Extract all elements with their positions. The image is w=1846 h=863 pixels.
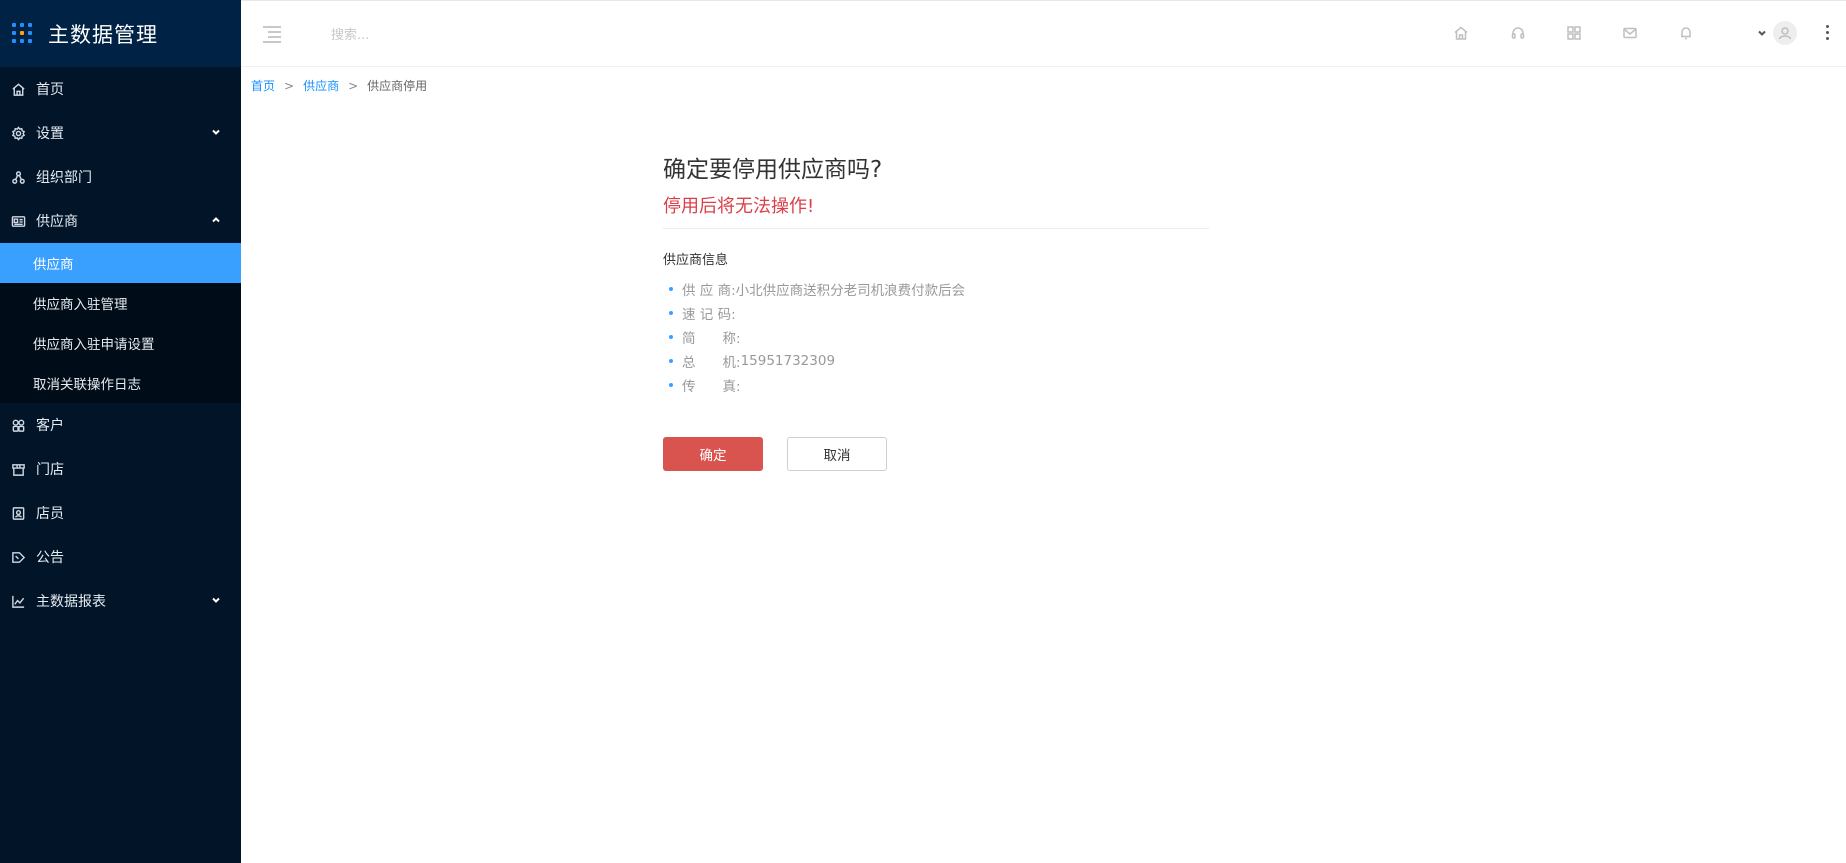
sidebar-item-label: 客户: [36, 418, 64, 434]
field-label: 总 机:: [682, 355, 741, 371]
breadcrumb: 首页 > 供应商 > 供应商停用: [251, 77, 427, 94]
sidebar-item-reports[interactable]: 主数据报表: [0, 579, 241, 623]
chart-icon: [10, 593, 26, 609]
submenu-item-unlink-log[interactable]: 取消关联操作日志: [0, 363, 241, 403]
sidebar-menu: 首页 设置 组织部门 供应商 供应商 供应商入驻管理 供应商入驻申请设置 取消关…: [0, 67, 241, 623]
org-icon: [10, 169, 26, 185]
field-label: 传 真:: [682, 379, 741, 395]
avatar: [1773, 21, 1797, 45]
field-value: 小北供应商送积分老司机浪费付款后会: [735, 283, 966, 299]
user-menu[interactable]: [1757, 21, 1797, 45]
sidebar-item-label: 公告: [36, 550, 64, 566]
sidebar-item-label: 供应商: [36, 214, 78, 230]
announcement-icon: [10, 549, 26, 565]
submenu-item-onboarding-settings[interactable]: 供应商入驻申请设置: [0, 323, 241, 363]
clerk-icon: [10, 505, 26, 521]
apps-icon[interactable]: [1565, 24, 1583, 42]
home-icon[interactable]: [1452, 24, 1470, 42]
bell-icon[interactable]: [1677, 24, 1695, 42]
sidebar-item-label: 组织部门: [36, 170, 92, 186]
id-card-icon: [10, 213, 26, 229]
breadcrumb-separator: >: [348, 78, 359, 93]
submenu-item-supplier-onboarding[interactable]: 供应商入驻管理: [0, 283, 241, 323]
submenu-item-supplier[interactable]: 供应商: [0, 243, 241, 283]
supplier-info-list: 供 应 商: 小北供应商送积分老司机浪费付款后会 速 记 码: 简 称: 总 机…: [663, 277, 1209, 397]
chevron-up-icon: [211, 213, 221, 229]
gear-icon: [10, 125, 26, 141]
more-vertical-icon[interactable]: [1824, 25, 1830, 43]
info-section-title: 供应商信息: [663, 253, 729, 268]
sidebar: 主数据管理 首页 设置 组织部门 供应商 供应商 供应商入驻管理 供应商入驻申请…: [0, 0, 241, 863]
chevron-down-icon: [211, 593, 221, 609]
sidebar-item-store[interactable]: 门店: [0, 447, 241, 491]
sidebar-item-label: 主数据报表: [36, 594, 106, 610]
app-title: 主数据管理: [48, 22, 158, 47]
info-row-abbreviation: 简 称:: [663, 325, 1209, 349]
info-row-shortcode: 速 记 码:: [663, 301, 1209, 325]
apps-grid-icon: [12, 22, 34, 45]
sidebar-item-supplier[interactable]: 供应商: [0, 199, 241, 243]
sidebar-item-label: 首页: [36, 82, 64, 98]
sidebar-item-label: 门店: [36, 462, 64, 478]
sidebar-item-label: 店员: [36, 506, 64, 522]
menu-fold-icon[interactable]: [263, 26, 283, 43]
page-title: 确定要停用供应商吗?: [663, 157, 883, 183]
sidebar-item-customer[interactable]: 客户: [0, 403, 241, 447]
sidebar-item-announcement[interactable]: 公告: [0, 535, 241, 579]
action-buttons: 确定 取消: [663, 437, 1209, 471]
warning-text: 停用后将无法操作!: [663, 192, 1209, 229]
info-row-phone: 总 机: 15951732309: [663, 349, 1209, 373]
cancel-button[interactable]: 取消: [787, 437, 887, 471]
sidebar-item-settings[interactable]: 设置: [0, 111, 241, 155]
field-label: 速 记 码:: [682, 307, 736, 323]
sidebar-item-clerk[interactable]: 店员: [0, 491, 241, 535]
breadcrumb-home[interactable]: 首页: [251, 77, 275, 94]
store-icon: [10, 461, 26, 477]
breadcrumb-current: 供应商停用: [367, 79, 428, 93]
mail-icon[interactable]: [1621, 24, 1639, 42]
field-value: 15951732309: [740, 353, 836, 369]
chevron-down-icon: [211, 125, 221, 141]
field-label: 简 称:: [682, 331, 741, 347]
user-icon: [1778, 27, 1792, 40]
chevron-down-icon: [1758, 30, 1766, 36]
search-input[interactable]: [331, 25, 531, 45]
sidebar-item-home[interactable]: 首页: [0, 67, 241, 111]
top-header: [241, 0, 1846, 67]
supplier-submenu: 供应商 供应商入驻管理 供应商入驻申请设置 取消关联操作日志: [0, 243, 241, 403]
headset-icon[interactable]: [1509, 24, 1527, 42]
info-row-fax: 传 真:: [663, 373, 1209, 397]
home-icon: [10, 81, 26, 97]
customer-icon: [10, 417, 26, 433]
sidebar-item-label: 设置: [36, 126, 64, 142]
breadcrumb-separator: >: [284, 78, 295, 93]
confirm-button[interactable]: 确定: [663, 437, 763, 471]
brand: 主数据管理: [0, 0, 241, 67]
info-row-supplier: 供 应 商: 小北供应商送积分老司机浪费付款后会: [663, 277, 1209, 301]
app-root: 主数据管理 首页 设置 组织部门 供应商 供应商 供应商入驻管理 供应商入驻申请…: [0, 0, 1846, 863]
breadcrumb-supplier[interactable]: 供应商: [303, 77, 339, 94]
field-label: 供 应 商:: [682, 283, 736, 299]
sidebar-item-org[interactable]: 组织部门: [0, 155, 241, 199]
disable-supplier-panel: 确定要停用供应商吗? 停用后将无法操作! 供应商信息 供 应 商: 小北供应商送…: [663, 150, 1209, 471]
